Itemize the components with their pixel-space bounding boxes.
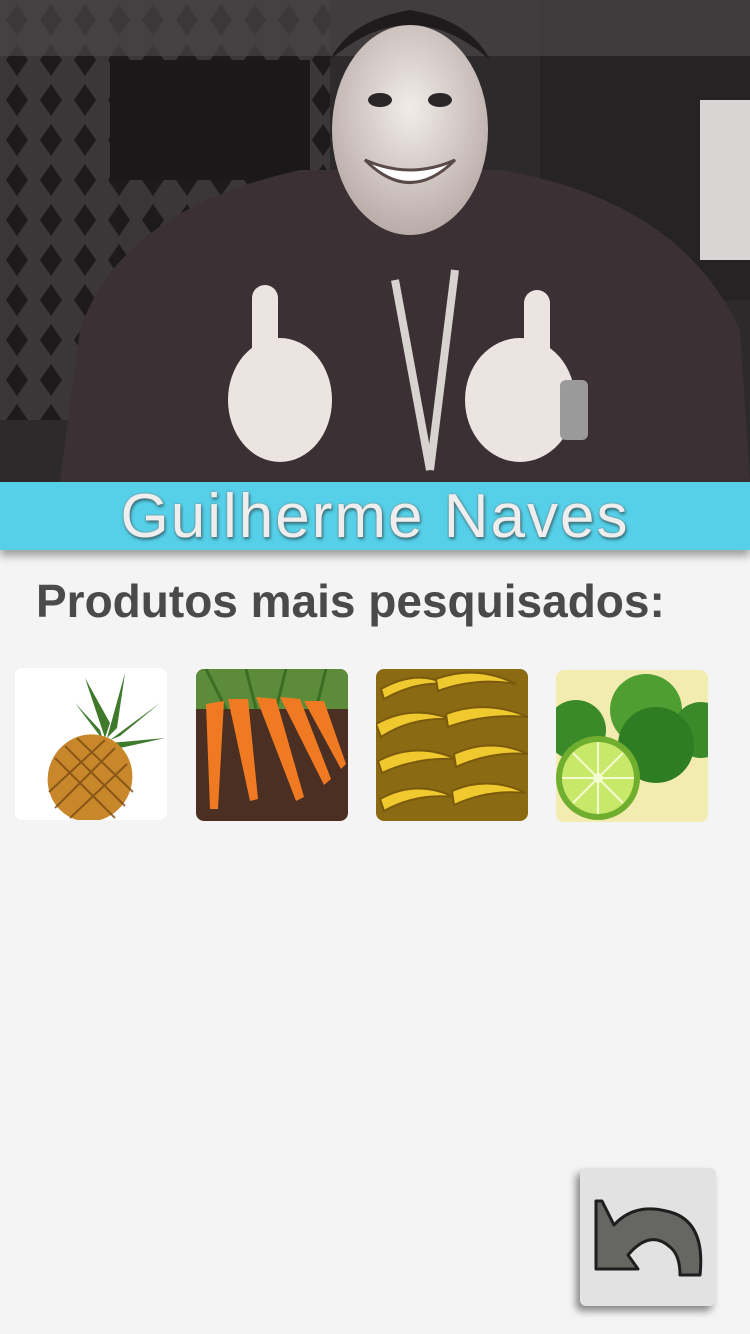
profile-photo-illustration [0, 0, 750, 482]
profile-name: Guilherme Naves [120, 481, 630, 551]
product-banana[interactable] [376, 669, 528, 821]
back-button[interactable] [580, 1168, 716, 1306]
banana-icon [376, 669, 528, 821]
lime-icon [556, 670, 708, 822]
pineapple-icon [15, 668, 167, 820]
products-list [0, 668, 750, 822]
profile-name-banner: Guilherme Naves [0, 481, 750, 551]
product-lime[interactable] [556, 670, 708, 822]
section-title: Produtos mais pesquisados: [36, 575, 665, 627]
profile-photo [0, 0, 750, 482]
carrot-icon [196, 669, 348, 821]
product-pineapple[interactable] [15, 668, 167, 820]
back-arrow-icon [594, 1199, 703, 1277]
product-carrot[interactable] [196, 669, 348, 821]
